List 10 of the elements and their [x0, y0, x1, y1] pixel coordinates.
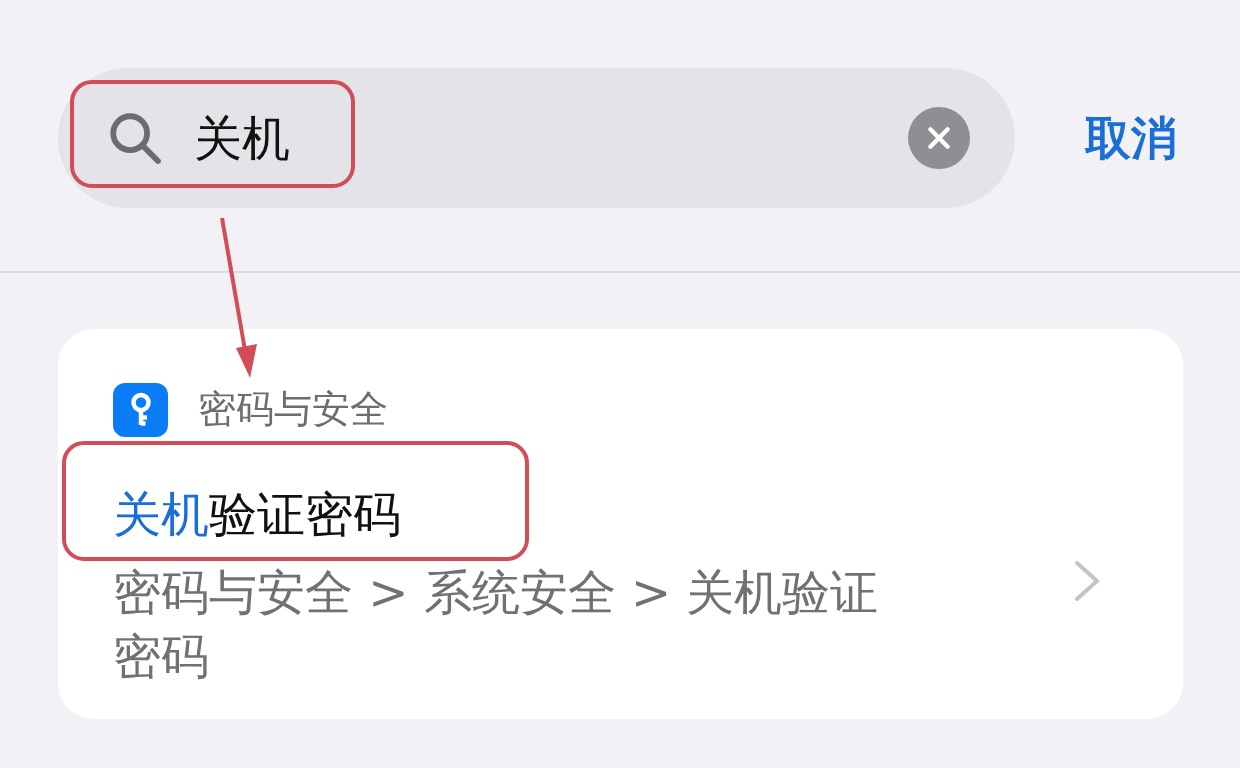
chevron-icon — [1073, 559, 1101, 603]
result-path: 密码与安全 > 系统安全 > 关机验证密码 — [113, 563, 880, 686]
result-card[interactable]: 密码与安全 关机验证密码 密码与安全 > 系统安全 > 关机验证密码 — [58, 329, 1183, 719]
search-field[interactable]: 关机 — [58, 68, 1015, 208]
category-label: 密码与安全 — [198, 386, 388, 433]
search-input[interactable]: 关机 — [194, 102, 908, 174]
cancel-button[interactable]: 取消 — [1085, 103, 1177, 173]
key-icon — [113, 382, 168, 437]
result-title: 关机验证密码 — [113, 485, 402, 544]
close-icon — [926, 125, 952, 151]
